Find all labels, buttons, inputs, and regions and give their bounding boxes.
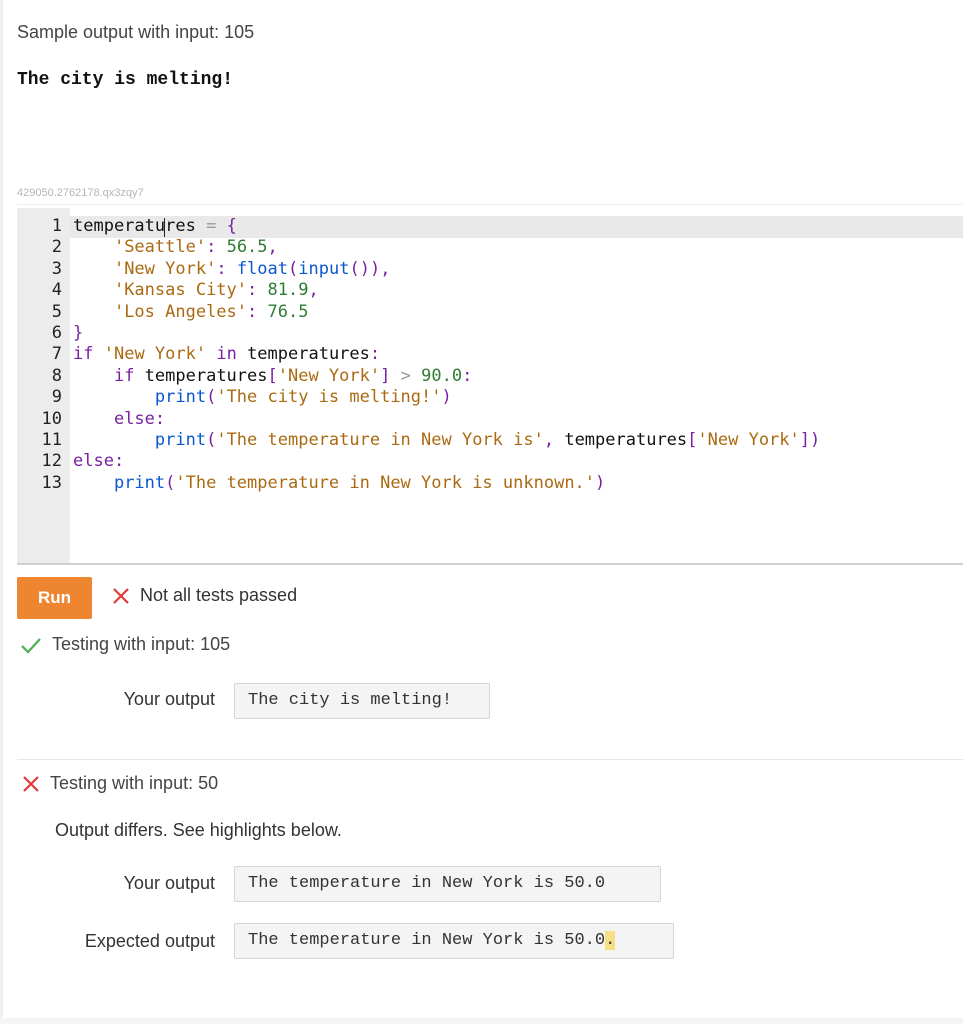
code-line[interactable]: 10 else: <box>17 408 166 430</box>
code-line[interactable]: 12 else: <box>17 451 125 472</box>
status-text: Not all tests passed <box>140 585 298 605</box>
left-border <box>0 0 3 1024</box>
line-number: 2 <box>51 237 62 258</box>
line-number: 3 <box>51 258 62 279</box>
code-text[interactable]: print('The temperature in New York is', … <box>73 430 820 451</box>
expected-output-text: The temperature in New York is 50.0 <box>248 931 606 950</box>
your-output-label: Your output <box>123 689 215 709</box>
test-separator <box>17 759 963 760</box>
code-editor[interactable]: 1 temperatures = { 2 'Seattle': 56.5, 3 '… <box>17 208 963 565</box>
line-number: 5 <box>51 301 62 322</box>
test-result-1: Testing with input: 105 <box>20 634 230 655</box>
your-output-box: The city is melting! <box>234 683 490 719</box>
code-text[interactable]: 'New York': float(input()), <box>73 259 390 280</box>
line-number: 7 <box>51 344 62 365</box>
divider <box>17 204 963 205</box>
code-line[interactable]: 9 print('The city is melting!') <box>17 387 452 408</box>
line-number: 11 <box>41 429 62 450</box>
code-text[interactable]: 'Los Angeles': 76.5 <box>73 302 309 323</box>
output-differs-message: Output differs. See highlights below. <box>55 820 342 840</box>
code-text[interactable]: else: <box>73 451 124 472</box>
diff-highlight: . <box>605 931 616 950</box>
code-text[interactable]: print('The city is melting!') <box>73 387 452 408</box>
check-icon <box>21 637 41 654</box>
code-text[interactable]: 'Seattle': 56.5, <box>73 237 278 258</box>
sample-output-label: Sample output with input: 105 <box>17 22 255 42</box>
code-line[interactable]: 13 print('The temperature in New York is… <box>17 472 606 494</box>
x-icon <box>23 775 39 792</box>
line-number: 6 <box>51 322 62 343</box>
test-title: Testing with input: 105 <box>52 634 231 654</box>
code-text[interactable]: temperatures = { <box>73 216 237 237</box>
x-icon <box>113 587 129 604</box>
sample-output-text: The city is melting! <box>17 70 234 90</box>
text-cursor <box>164 218 165 237</box>
test-result-2: Testing with input: 50 <box>22 773 218 794</box>
line-number: 10 <box>41 408 62 429</box>
code-line[interactable]: 1 temperatures = { <box>17 216 237 237</box>
line-number: 8 <box>51 365 62 386</box>
code-text[interactable]: if 'New York' in temperatures: <box>73 344 380 365</box>
code-line[interactable]: 8 if temperatures['New York'] > 90.0: <box>17 365 473 387</box>
code-line[interactable]: 3 'New York': float(input()), <box>17 258 391 280</box>
your-output-box: The temperature in New York is 50.0 <box>234 866 661 902</box>
code-text[interactable]: 'Kansas City': 81.9, <box>73 280 319 301</box>
code-line[interactable]: 7 if 'New York' in temperatures: <box>17 344 380 365</box>
run-button[interactable]: Run <box>17 577 92 619</box>
your-output-label: Your output <box>123 873 215 893</box>
challenge-id: 429050.2762178.qx3zqy7 <box>17 187 144 199</box>
line-number: 9 <box>51 387 62 408</box>
expected-output-box: The temperature in New York is 50.0. <box>234 923 674 959</box>
line-number: 1 <box>51 216 62 236</box>
test-title: Testing with input: 50 <box>50 773 219 793</box>
code-line[interactable]: 2 'Seattle': 56.5, <box>17 237 278 258</box>
code-text[interactable]: else: <box>73 409 165 430</box>
code-line[interactable]: 5 'Los Angeles': 76.5 <box>17 301 309 323</box>
line-number: 13 <box>41 472 62 493</box>
code-text[interactable]: print('The temperature in New York is un… <box>73 473 605 494</box>
code-text[interactable]: if temperatures['New York'] > 90.0: <box>73 366 472 387</box>
line-number: 12 <box>41 451 62 472</box>
line-number: 4 <box>51 280 62 301</box>
code-text[interactable]: } <box>73 323 83 344</box>
expected-output-label: Expected output <box>84 931 215 951</box>
code-line[interactable]: 6} <box>17 322 84 344</box>
test-status: Not all tests passed <box>112 585 297 606</box>
code-line[interactable]: 11 print('The temperature in New York is… <box>17 429 821 451</box>
code-lines[interactable]: 1 temperatures = { 2 'Seattle': 56.5, 3 '… <box>17 216 821 494</box>
code-line[interactable]: 4 'Kansas City': 81.9, <box>17 280 319 301</box>
bottom-border <box>0 1018 963 1024</box>
